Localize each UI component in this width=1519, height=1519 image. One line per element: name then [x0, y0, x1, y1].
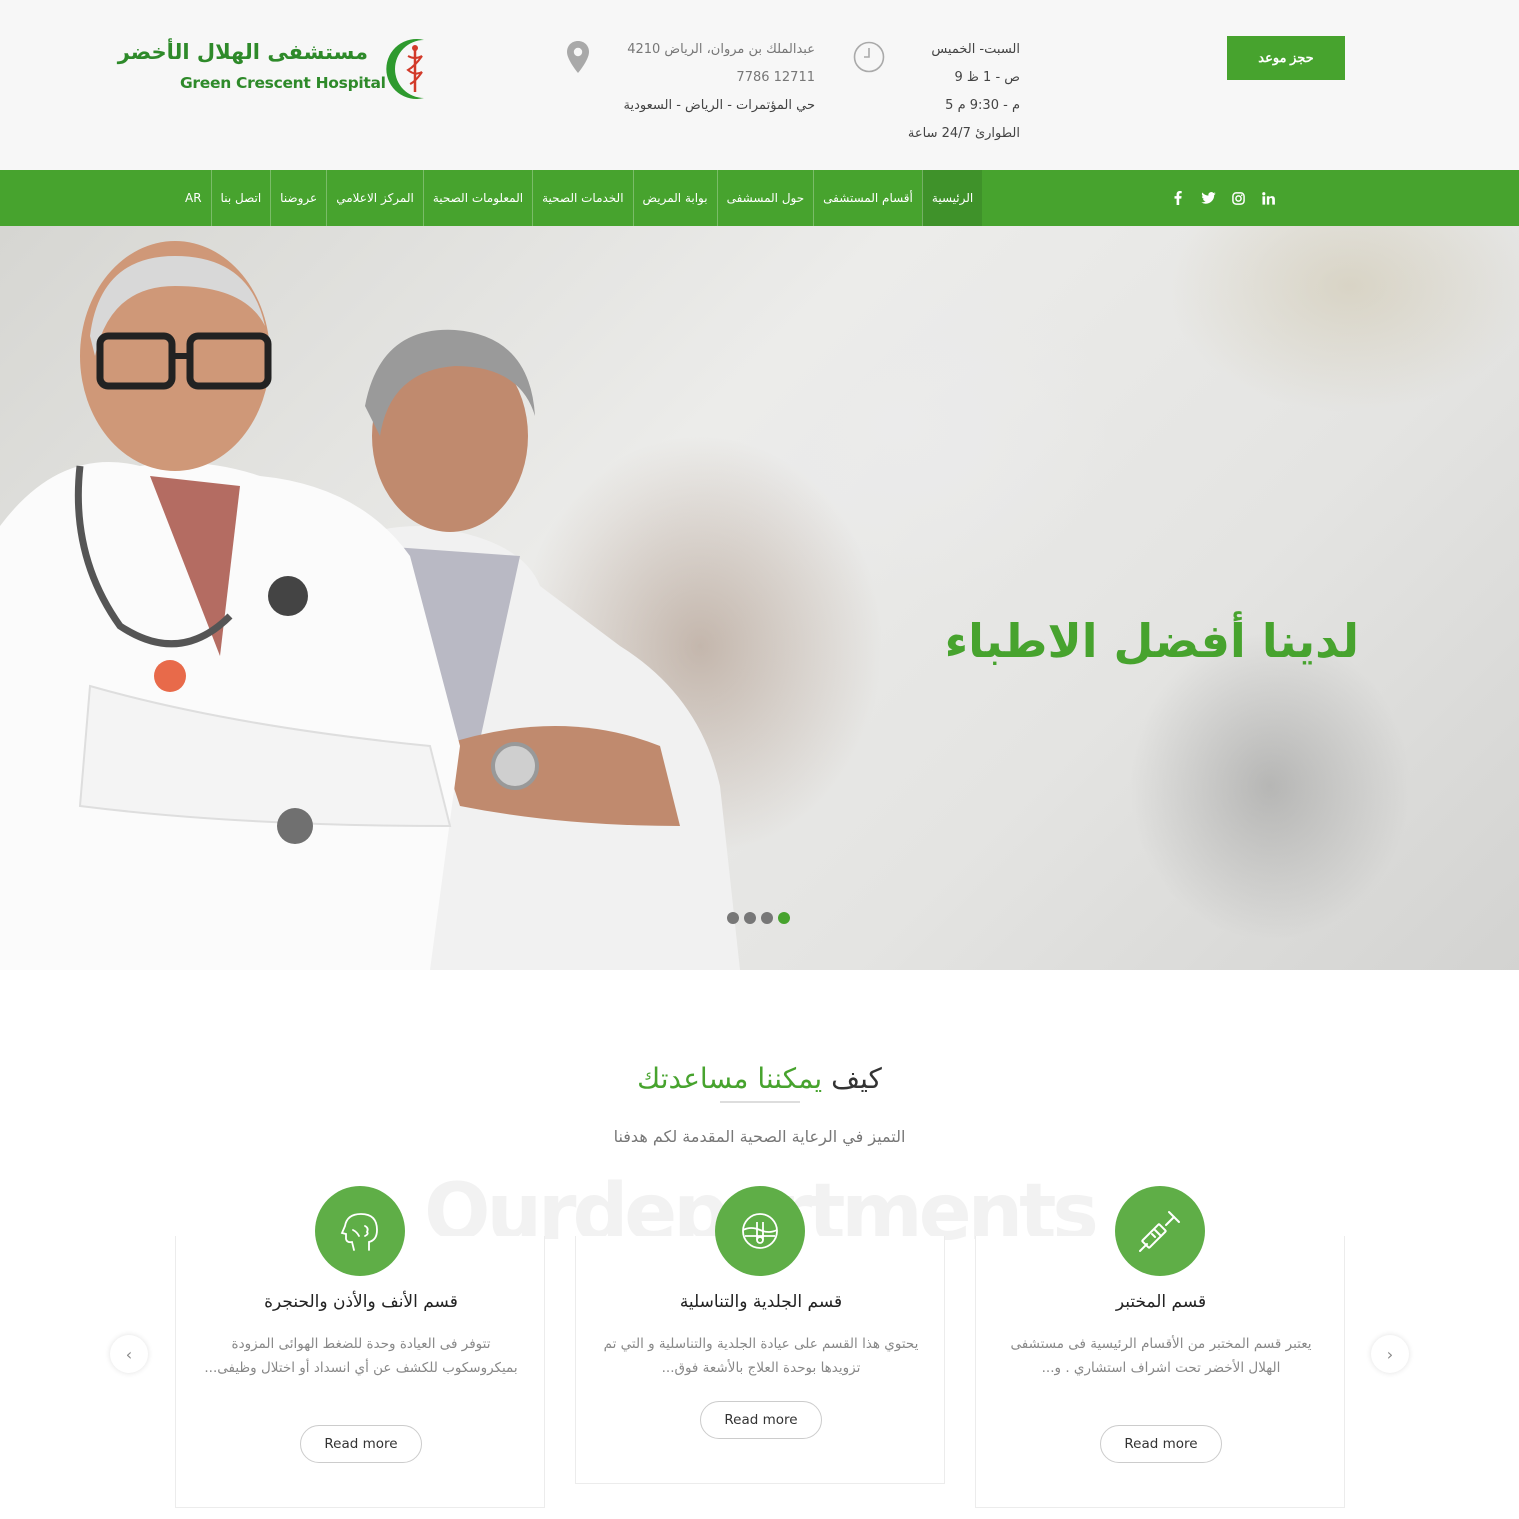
slider-dot-1[interactable] — [727, 912, 739, 924]
hours-days: السبت- الخميس — [931, 42, 1020, 57]
address-line-3: حي المؤتمرات - الرياض - السعودية — [623, 98, 815, 113]
hours-block: السبت- الخميس ص - 1 ظ 9 م - 9:30 م 5 الط… — [850, 36, 1030, 146]
card-title: قسم المختبر — [1115, 1292, 1207, 1312]
nav-item-health-info[interactable]: المعلومات الصحية — [422, 170, 532, 226]
main-nav: الرئيسية أقسام المستشفى حول المسشفى بواب… — [0, 170, 1519, 226]
read-more-button[interactable]: Read more — [700, 1401, 822, 1439]
section-title-part2: يمكننا مساعدتك — [637, 1062, 823, 1095]
nav-item-departments[interactable]: أقسام المستشفى — [813, 170, 922, 226]
head-profile-icon — [315, 1186, 405, 1276]
section-subtitle: التميز في الرعاية الصحية المقدمة لكم هدف… — [613, 1127, 906, 1146]
twitter-icon[interactable] — [1200, 190, 1216, 206]
linkedin-icon[interactable] — [1260, 190, 1276, 206]
instagram-icon[interactable] — [1230, 190, 1246, 206]
nav-item-health-services[interactable]: الخدمات الصحية — [532, 170, 632, 226]
hours-emergency: الطوارئ 24/7 ساعة — [907, 126, 1020, 141]
syringe-icon — [1115, 1186, 1205, 1276]
page: مستشفى الهلال الأخضر Green Crescent Hosp… — [0, 0, 1519, 1519]
hours-morning: ص - 1 ظ 9 — [954, 70, 1020, 85]
hospital-logo[interactable]: مستشفى الهلال الأخضر Green Crescent Hosp… — [118, 36, 440, 106]
address-phone: 7786 12711 — [736, 70, 815, 85]
card-text: يعتبر قسم المختبر من الأقسام الرئيسية فى… — [1010, 1336, 1312, 1376]
hours-evening: م - 9:30 م 5 — [945, 98, 1020, 113]
slider-dots — [727, 912, 790, 924]
map-pin-icon — [567, 41, 589, 73]
hero-title: لدينا أفضل الاطباء — [944, 614, 1359, 668]
crescent-caduceus-icon — [386, 39, 424, 100]
hero-slider[interactable]: لدينا أفضل الاطباء — [0, 226, 1519, 970]
card-title: قسم الأنف والأذن والحنجرة — [264, 1292, 458, 1312]
logo-english-text: Green Crescent Hospital — [180, 74, 386, 92]
department-card-ent: قسم الأنف والأذن والحنجرة تتوفر فى العيا… — [175, 1186, 545, 1508]
language-switch[interactable]: AR — [176, 170, 211, 226]
section-divider — [720, 1101, 800, 1103]
read-more-button[interactable]: Read more — [300, 1425, 422, 1463]
doctors-photo — [0, 241, 740, 970]
logo-arabic-text: مستشفى الهلال الأخضر — [117, 40, 369, 64]
top-header: مستشفى الهلال الأخضر Green Crescent Hosp… — [0, 0, 1519, 170]
nav-item-contact[interactable]: اتصل بنا — [210, 170, 271, 226]
card-text: تتوفر فى العيادة وحدة للضغط الهوائى المز… — [204, 1336, 518, 1376]
department-card-dermatology: قسم الجلدية والتناسلية يحتوي هذا القسم ع… — [575, 1186, 945, 1484]
department-card-lab: قسم المختبر يعتبر قسم المختبر من الأقسام… — [975, 1186, 1345, 1508]
carousel-next-button[interactable]: › — [1371, 1335, 1409, 1373]
nav-item-home[interactable]: الرئيسية — [921, 170, 983, 226]
skin-layers-icon — [715, 1186, 805, 1276]
chevron-left-icon: ‹ — [125, 1344, 133, 1364]
slider-dot-3[interactable] — [761, 912, 773, 924]
nav-item-patient-portal[interactable]: بوابة المريض — [632, 170, 717, 226]
chevron-right-icon: › — [1386, 1344, 1394, 1364]
nav-menu: الرئيسية أقسام المستشفى حول المسشفى بواب… — [176, 170, 983, 226]
social-links — [1170, 170, 1276, 226]
card-title: قسم الجلدية والتناسلية — [679, 1292, 843, 1312]
slider-dot-2[interactable] — [744, 912, 756, 924]
facebook-icon[interactable] — [1170, 190, 1186, 206]
address-line-1: عبدالملك بن مروان، الرياض 4210 — [627, 42, 815, 57]
carousel-prev-button[interactable]: ‹ — [110, 1335, 148, 1373]
slider-dot-4[interactable] — [778, 912, 790, 924]
nav-item-offers[interactable]: عروضنا — [270, 170, 326, 226]
nav-item-media-center[interactable]: المركز الاعلامي — [326, 170, 423, 226]
nav-item-about[interactable]: حول المسشفى — [716, 170, 814, 226]
clock-icon — [853, 41, 885, 73]
card-text: يحتوي هذا القسم على عيادة الجلدية والتنا… — [603, 1336, 919, 1376]
section-title: كيف يمكننا مساعدتك — [0, 1062, 1519, 1095]
read-more-button[interactable]: Read more — [1100, 1425, 1222, 1463]
section-title-part1: كيف — [822, 1062, 882, 1095]
address-block: عبدالملك بن مروان، الرياض 4210 7786 1271… — [560, 36, 825, 136]
book-appointment-button[interactable]: حجز موعد — [1227, 36, 1345, 80]
